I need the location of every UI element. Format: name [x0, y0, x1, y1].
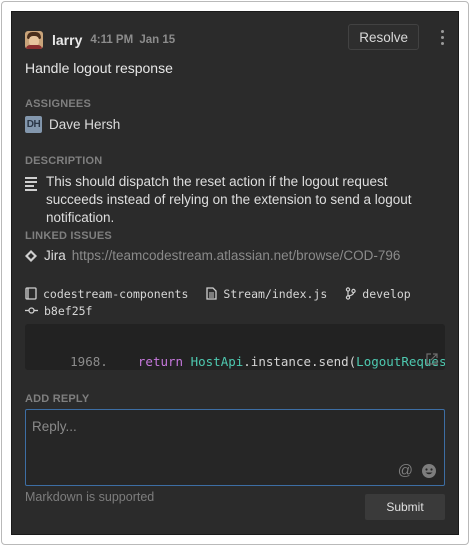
timestamp: 4:11 PM Jan 15 [90, 34, 175, 46]
timestamp-date: Jan 15 [139, 34, 176, 46]
assignees-label: ASSIGNEES [25, 98, 91, 110]
commit-sha: b8ef25f [44, 303, 93, 318]
linked-issue-url[interactable]: https://teamcodestream.atlassian.net/bro… [72, 248, 401, 263]
repo-item: codestream-components [25, 287, 188, 301]
branch-name: develop [362, 286, 411, 301]
linked-issues-label: LINKED ISSUES [25, 230, 112, 242]
avatar [25, 31, 43, 49]
assignee-initials-avatar: DH [25, 116, 42, 133]
reply-box[interactable]: @ [25, 409, 445, 486]
branch-icon [346, 287, 356, 300]
code-class: HostApi [190, 354, 244, 369]
text-lines-icon [25, 177, 39, 227]
repo-icon [25, 287, 37, 300]
code-location-meta: codestream-components Stream/index.js de… [25, 285, 429, 319]
linked-issue-provider: Jira [44, 248, 66, 263]
kebab-menu-icon[interactable] [436, 27, 448, 47]
assignee-name: Dave Hersh [49, 117, 121, 132]
file-icon [206, 287, 218, 300]
file-path: Stream/index.js [223, 286, 328, 301]
author-name: larry [52, 32, 83, 48]
resolve-button[interactable]: Resolve [348, 24, 419, 50]
codemark-panel: larry 4:11 PM Jan 15 Resolve Handle logo… [11, 11, 459, 535]
emoji-icon[interactable] [421, 463, 437, 479]
commit-icon [25, 307, 38, 314]
codemark-title: Handle logout response [25, 60, 173, 76]
description-text: This should dispatch the reset action if… [46, 174, 412, 225]
timestamp-time: 4:11 PM [90, 34, 134, 46]
mention-icon[interactable]: @ [398, 462, 413, 479]
codemark-header: larry 4:11 PM Jan 15 Resolve [25, 24, 448, 53]
file-item: Stream/index.js [206, 287, 327, 301]
assignee-item[interactable]: DH Dave Hersh [25, 116, 120, 133]
branch-item: develop [345, 286, 411, 301]
submit-button[interactable]: Submit [365, 494, 445, 520]
code-keyword: return [137, 354, 184, 369]
commit-item: b8ef25f [25, 304, 92, 318]
markdown-note: Markdown is supported [25, 490, 155, 504]
jira-icon [25, 249, 37, 262]
code-snippet[interactable]: 1968. return HostApi.instance.send(Logou… [25, 324, 445, 370]
add-reply-label: ADD REPLY [25, 393, 90, 405]
reply-input[interactable] [32, 416, 412, 436]
line-number: 1968. [70, 354, 108, 369]
code-call: .instance.send( [243, 354, 357, 369]
description: This should dispatch the reset action if… [25, 173, 445, 227]
code-line: 1968. return HostApi.instance.send(Logou… [25, 339, 445, 370]
repo-name: codestream-components [43, 286, 189, 301]
linked-issue[interactable]: Jira https://teamcodestream.atlassian.ne… [25, 248, 400, 263]
description-label: DESCRIPTION [25, 155, 103, 167]
open-external-icon[interactable] [426, 353, 438, 365]
